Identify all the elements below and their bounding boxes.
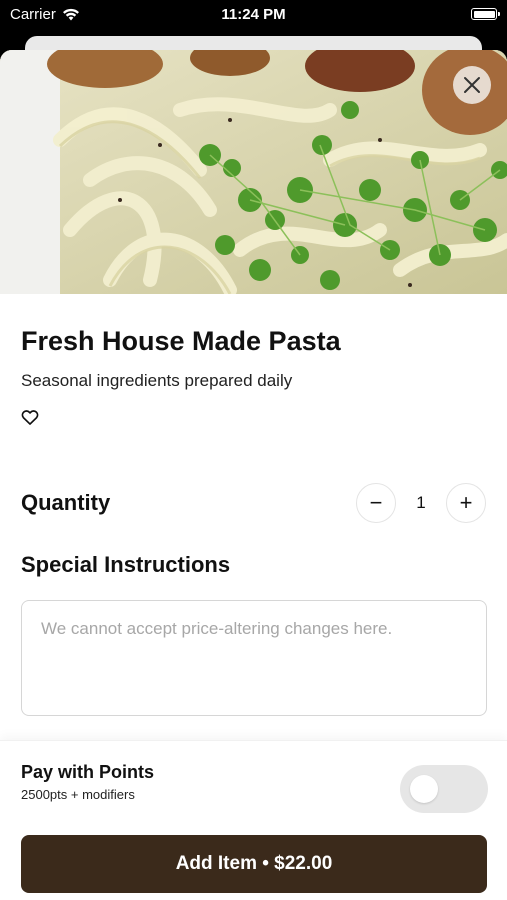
plus-icon: + xyxy=(459,490,473,515)
item-detail-sheet: Fresh House Made Pasta Seasonal ingredie… xyxy=(0,50,507,900)
quantity-increment-button[interactable]: + xyxy=(446,483,486,523)
pasta-illustration xyxy=(0,50,507,294)
checkout-footer: Pay with Points 2500pts + modifiers Add … xyxy=(0,740,507,900)
heart-icon xyxy=(21,410,39,425)
item-title: Fresh House Made Pasta xyxy=(21,326,341,356)
add-item-button[interactable]: Add Item • $22.00 xyxy=(21,835,487,893)
special-instructions-label: Special Instructions xyxy=(21,552,231,577)
quantity-label: Quantity xyxy=(21,490,111,515)
favorite-button[interactable] xyxy=(20,407,42,429)
minus-icon: − xyxy=(369,490,383,515)
quantity-decrement-button[interactable]: − xyxy=(356,483,396,523)
item-photo xyxy=(0,50,507,294)
pay-with-points-toggle[interactable] xyxy=(400,765,488,813)
special-instructions-input[interactable] xyxy=(21,600,487,716)
battery-icon xyxy=(471,8,500,20)
close-button[interactable] xyxy=(453,66,491,104)
item-description: Seasonal ingredients prepared daily xyxy=(21,371,293,390)
quantity-value: 1 xyxy=(416,493,426,512)
close-icon xyxy=(464,77,480,93)
status-time: 11:24 PM xyxy=(221,6,286,23)
pay-with-points-label: Pay with Points xyxy=(21,762,155,782)
toggle-knob xyxy=(410,775,438,803)
status-bar: Carrier 11:24 PM xyxy=(0,0,507,30)
points-cost-label: 2500pts + modifiers xyxy=(21,787,135,802)
